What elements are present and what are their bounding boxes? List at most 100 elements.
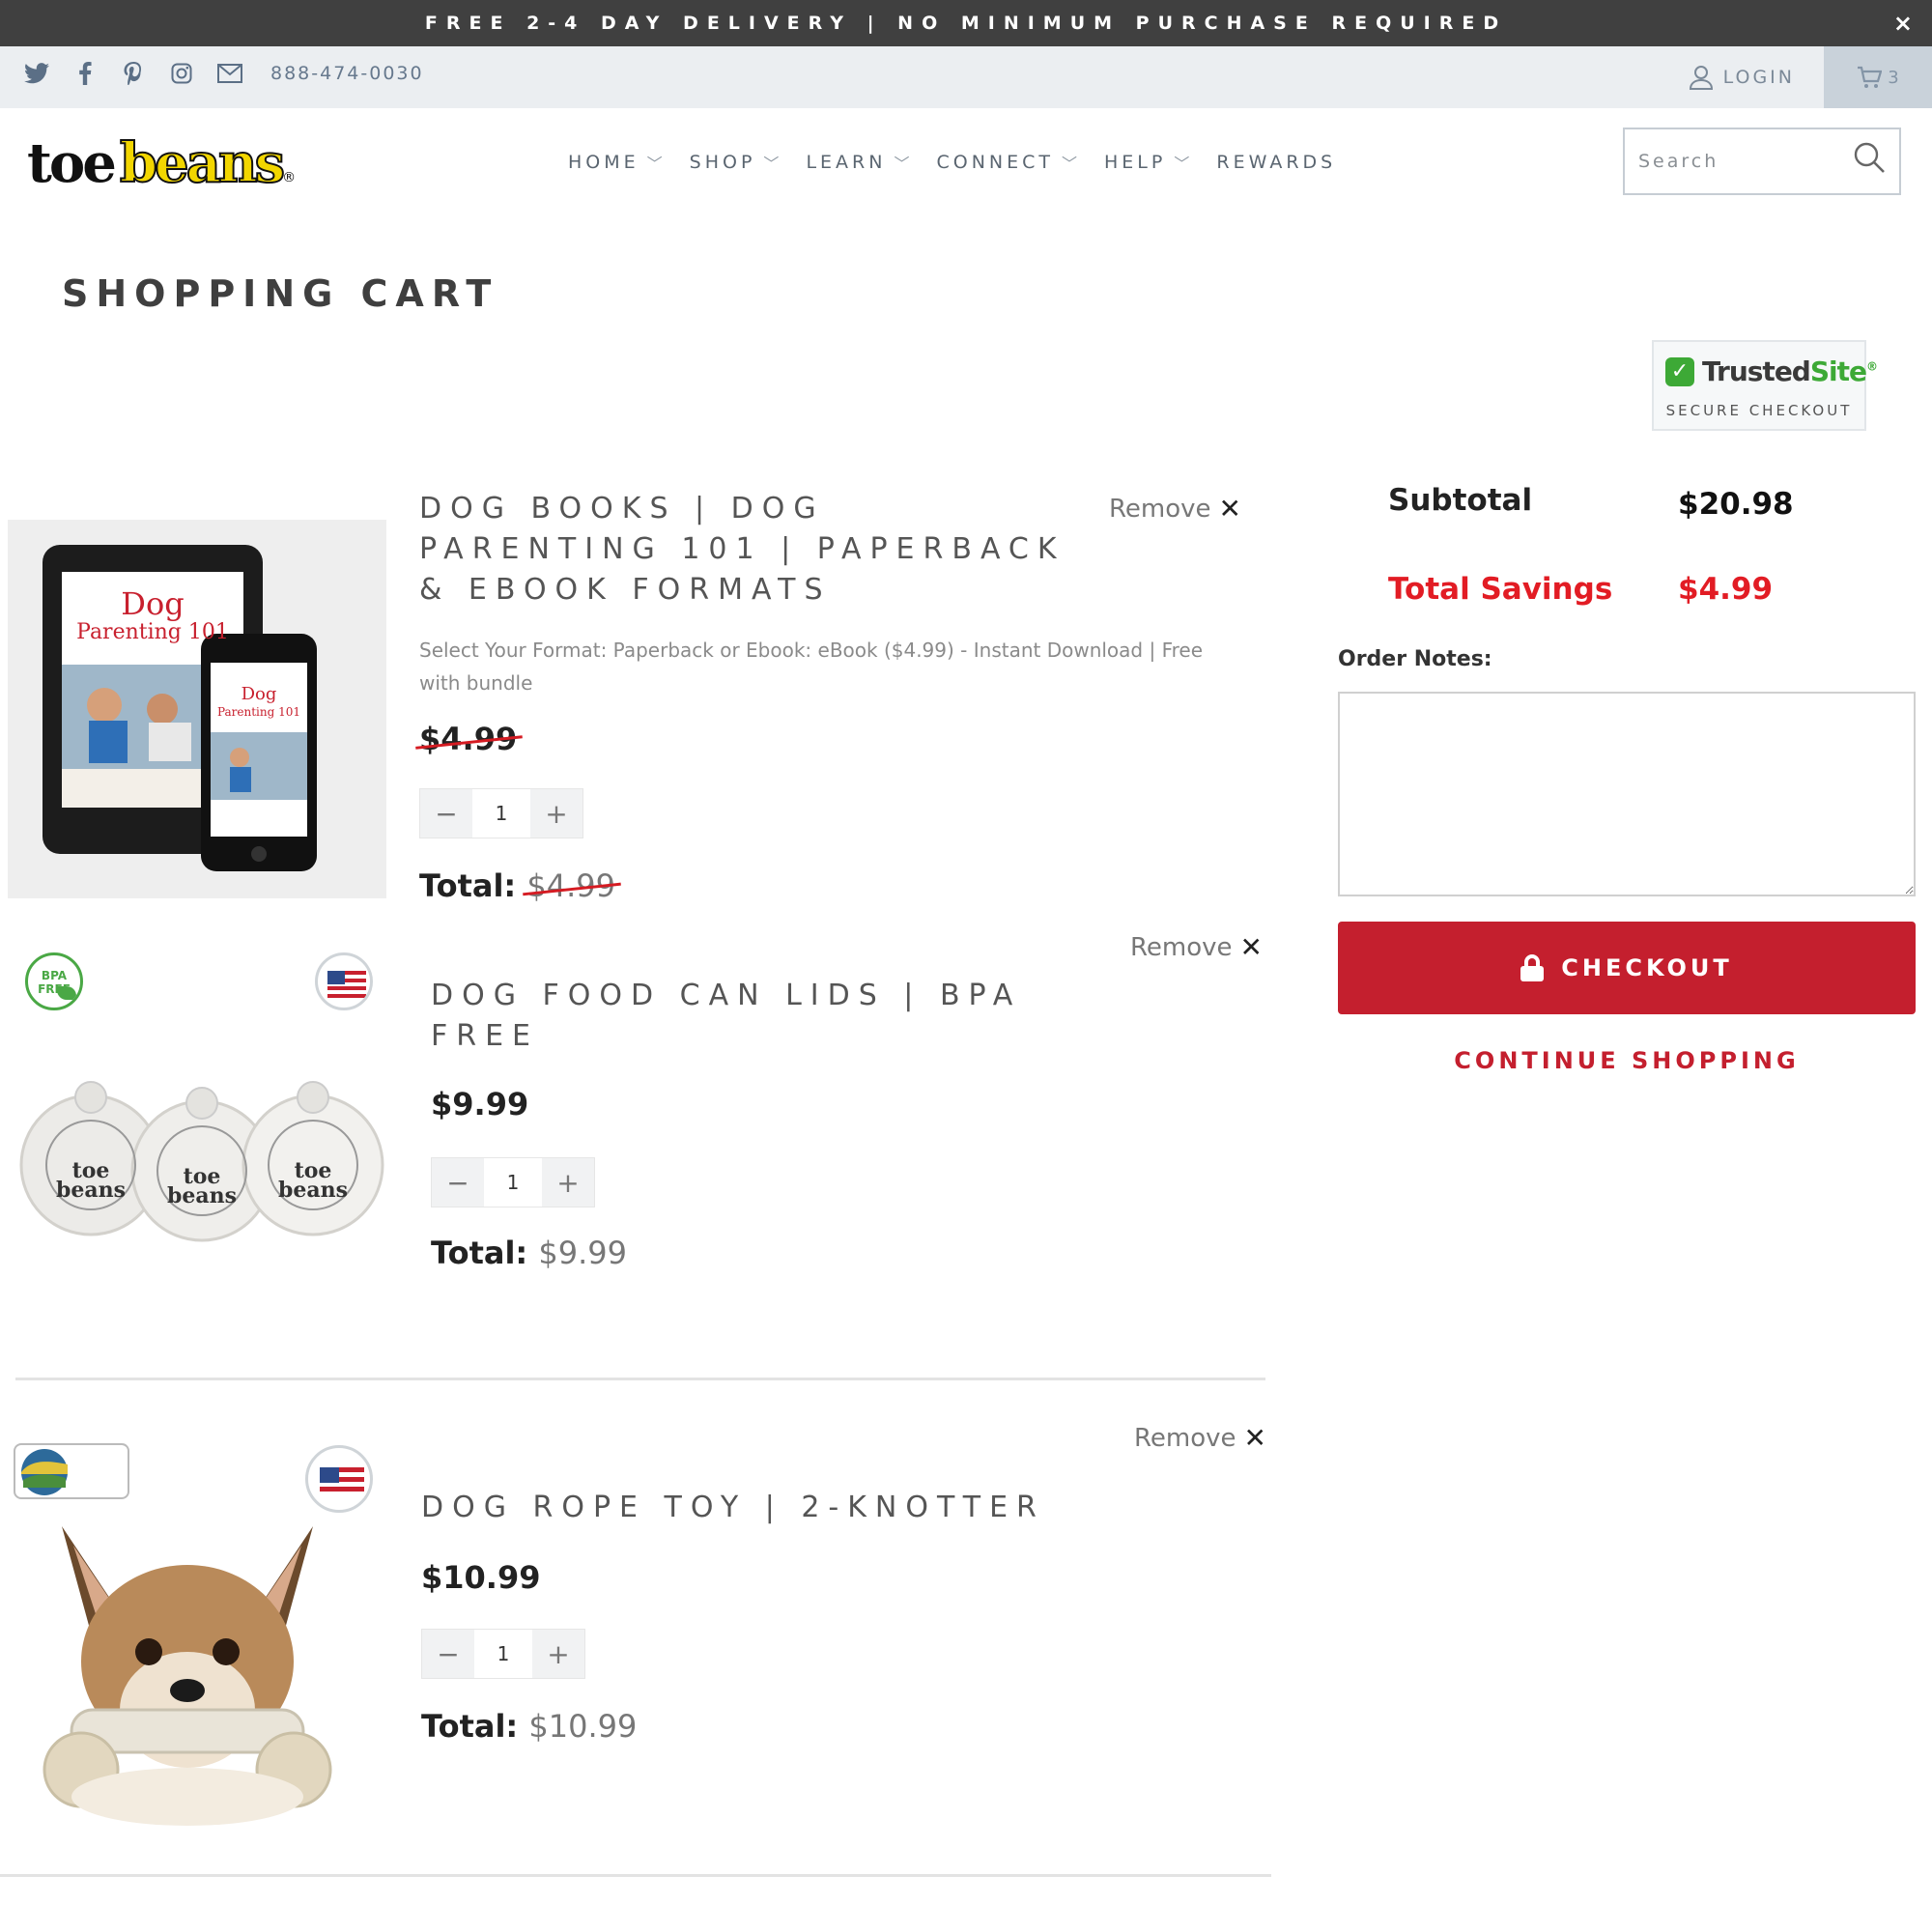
nav-label: HOME bbox=[568, 152, 639, 173]
product-title[interactable]: DOG ROPE TOY | 2-KNOTTER bbox=[421, 1488, 1097, 1528]
line-total: Total: $4.99 bbox=[419, 867, 615, 904]
quantity-stepper: − + bbox=[419, 788, 583, 838]
chevron-down-icon: ﹀ bbox=[1062, 155, 1082, 173]
nav-item-help[interactable]: HELP ﹀ bbox=[1104, 151, 1193, 174]
chevron-down-icon: ﹀ bbox=[894, 155, 914, 173]
continue-shopping-link[interactable]: CONTINUE SHOPPING bbox=[1338, 1047, 1916, 1074]
remove-item-button[interactable]: Remove ✕ bbox=[1109, 493, 1241, 525]
total-savings-value: $4.99 bbox=[1678, 572, 1774, 607]
nav-item-home[interactable]: HOME ﹀ bbox=[568, 151, 667, 174]
search-box bbox=[1623, 128, 1901, 195]
subtotal-value: $20.98 bbox=[1678, 487, 1794, 522]
search-input[interactable] bbox=[1638, 151, 1851, 172]
lid-logo: toe beans bbox=[55, 1158, 126, 1203]
twitter-icon[interactable] bbox=[23, 60, 50, 87]
login-label: LOGIN bbox=[1722, 67, 1795, 88]
announcement-bar: FREE 2-4 DAY DELIVERY | NO MINIMUM PURCH… bbox=[0, 0, 1932, 46]
book-cover-title: Dog Parenting 101 bbox=[76, 585, 229, 644]
social-links: 888-474-0030 bbox=[23, 60, 424, 87]
product-price: $9.99 bbox=[431, 1086, 529, 1122]
cart-button[interactable]: 3 bbox=[1824, 46, 1932, 108]
site-logo[interactable]: toe beans ® bbox=[27, 130, 297, 199]
quantity-input[interactable] bbox=[474, 1630, 532, 1678]
announcement-text: FREE 2-4 DAY DELIVERY | NO MINIMUM PURCH… bbox=[424, 13, 1508, 34]
close-icon: ✕ bbox=[1218, 493, 1241, 525]
site-header: toe beans ® HOME ﹀ SHOP ﹀ LEARN ﹀ CONNECT ﹀ … bbox=[0, 108, 1932, 214]
close-announcement-button[interactable]: × bbox=[1893, 0, 1913, 46]
login-link[interactable]: LOGIN bbox=[1689, 60, 1795, 95]
secure-checkout-label: SECURE CHECKOUT bbox=[1665, 402, 1853, 419]
item-divider bbox=[0, 1874, 1271, 1877]
utility-bar: 888-474-0030 LOGIN 3 bbox=[0, 46, 1932, 108]
main-nav: HOME ﹀ SHOP ﹀ LEARN ﹀ CONNECT ﹀ HELP ﹀ REWARD… bbox=[568, 151, 1336, 174]
facebook-icon[interactable] bbox=[71, 60, 99, 87]
quantity-input[interactable] bbox=[472, 789, 530, 838]
close-icon: ✕ bbox=[1243, 1422, 1266, 1454]
lock-icon bbox=[1520, 954, 1545, 981]
usda-badge bbox=[14, 1443, 129, 1499]
increase-quantity-button[interactable]: + bbox=[542, 1158, 594, 1207]
order-notes-field[interactable] bbox=[1338, 692, 1916, 896]
nav-item-rewards[interactable]: REWARDS bbox=[1216, 151, 1336, 174]
logo-text-toe: toe bbox=[27, 131, 117, 195]
line-total: Total: $10.99 bbox=[421, 1708, 638, 1745]
nav-label: REWARDS bbox=[1216, 152, 1337, 173]
increase-quantity-button[interactable]: + bbox=[530, 789, 582, 838]
nav-item-connect[interactable]: CONNECT ﹀ bbox=[936, 151, 1081, 174]
trusted-site-badge[interactable]: ✓ TrustedSite® SECURE CHECKOUT bbox=[1652, 340, 1878, 431]
subtotal-label: Subtotal bbox=[1388, 483, 1533, 518]
product-image-can-lids[interactable]: BPA FREE toe beans toe beans toe beans bbox=[14, 947, 400, 1275]
usa-flag-badge bbox=[305, 1445, 373, 1513]
product-variant: Select Your Format: Paperback or Ebook: … bbox=[419, 639, 1204, 695]
lid-logo: toe beans bbox=[277, 1158, 348, 1203]
remove-item-button[interactable]: Remove ✕ bbox=[1134, 1422, 1266, 1454]
can-lids-illustration bbox=[19, 1081, 384, 1242]
nav-item-shop[interactable]: SHOP ﹀ bbox=[690, 151, 783, 174]
remove-label: Remove bbox=[1134, 1423, 1236, 1453]
product-image-book[interactable]: Dog Parenting 101 Dog Parenting 101 bbox=[8, 520, 386, 898]
instagram-icon[interactable] bbox=[168, 60, 195, 87]
item-divider bbox=[15, 1378, 1265, 1380]
checkmark-icon: ✓ bbox=[1665, 356, 1694, 386]
checkout-label: CHECKOUT bbox=[1561, 954, 1733, 981]
product-price: $10.99 bbox=[421, 1559, 541, 1596]
pinterest-icon[interactable] bbox=[120, 60, 147, 87]
product-image-rope-toy[interactable] bbox=[14, 1439, 381, 1835]
decrease-quantity-button[interactable]: − bbox=[432, 1158, 484, 1207]
order-notes-label: Order Notes: bbox=[1338, 647, 1492, 671]
leaf-icon bbox=[57, 986, 76, 1000]
book-devices-illustration bbox=[43, 545, 317, 871]
logo-registered-mark: ® bbox=[282, 170, 297, 185]
phone-number[interactable]: 888-474-0030 bbox=[270, 63, 424, 84]
nav-item-learn[interactable]: LEARN ﹀ bbox=[806, 151, 913, 174]
product-title[interactable]: DOG FOOD CAN LIDS | BPA FREE bbox=[431, 976, 1030, 1057]
product-price: $4.99 bbox=[419, 721, 518, 757]
total-savings-label: Total Savings bbox=[1388, 572, 1613, 607]
usa-flag-badge bbox=[315, 952, 373, 1010]
nav-label: LEARN bbox=[806, 152, 887, 173]
email-icon[interactable] bbox=[216, 60, 243, 87]
nav-label: SHOP bbox=[689, 152, 756, 173]
remove-label: Remove bbox=[1109, 494, 1211, 524]
remove-label: Remove bbox=[1130, 932, 1233, 962]
quantity-stepper: − + bbox=[431, 1157, 595, 1208]
increase-quantity-button[interactable]: + bbox=[532, 1630, 584, 1678]
remove-item-button[interactable]: Remove ✕ bbox=[1130, 931, 1263, 963]
product-title[interactable]: DOG BOOKS | DOG PARENTING 101 | PAPERBAC… bbox=[419, 489, 1076, 611]
nav-label: HELP bbox=[1104, 152, 1167, 173]
trusted-site-logo: TrustedSite® bbox=[1702, 355, 1878, 387]
decrease-quantity-button[interactable]: − bbox=[420, 789, 472, 838]
chevron-down-icon: ﹀ bbox=[1174, 155, 1194, 173]
lid-logo: toe beans bbox=[166, 1164, 237, 1208]
decrease-quantity-button[interactable]: − bbox=[422, 1630, 474, 1678]
logo-text-beans: beans bbox=[119, 130, 286, 196]
search-icon[interactable] bbox=[1853, 141, 1886, 182]
quantity-input[interactable] bbox=[484, 1158, 542, 1207]
checkout-button[interactable]: CHECKOUT bbox=[1338, 922, 1916, 1014]
nav-label: CONNECT bbox=[936, 152, 1054, 173]
phone-cover-title: Dog Parenting 101 bbox=[216, 684, 301, 720]
cart-count: 3 bbox=[1888, 67, 1899, 88]
quantity-stepper: − + bbox=[421, 1629, 585, 1679]
user-icon bbox=[1689, 66, 1713, 90]
chevron-down-icon: ﹀ bbox=[646, 155, 667, 173]
